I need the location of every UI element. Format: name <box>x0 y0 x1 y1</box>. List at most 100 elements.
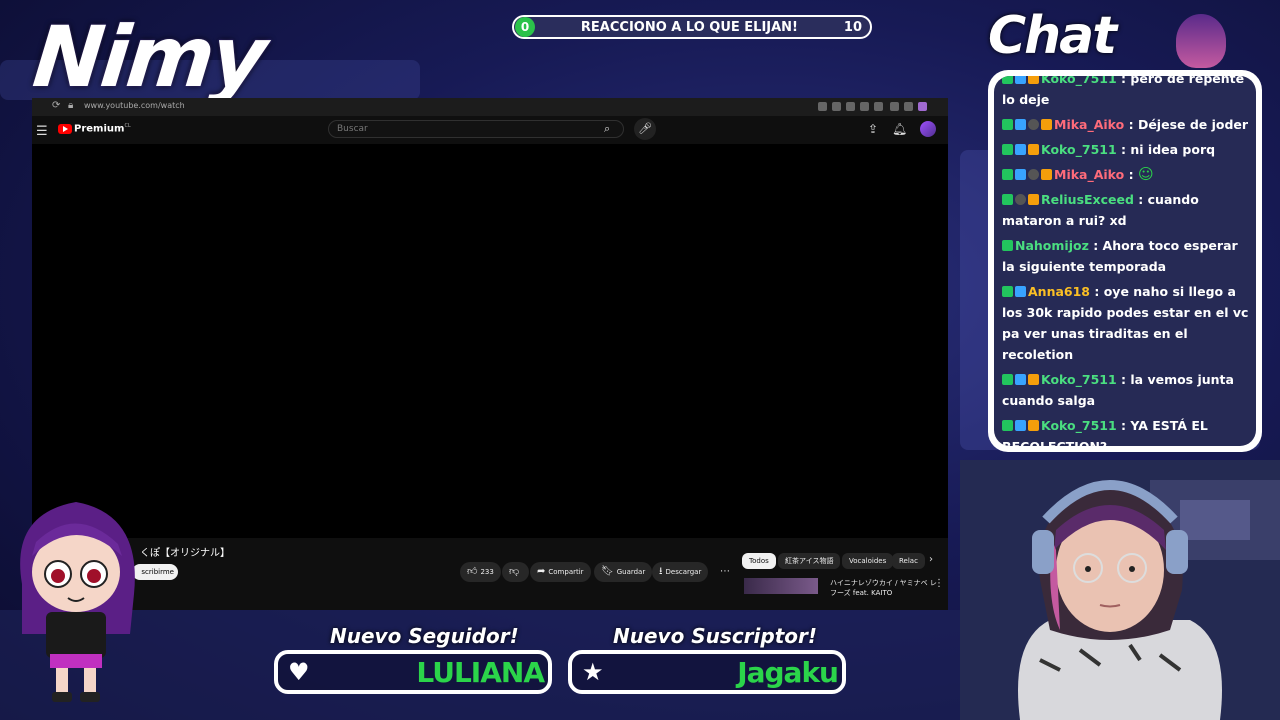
streamer-logo: Nimy <box>28 8 269 106</box>
chat-username[interactable]: Mika_Aiko <box>1054 117 1124 132</box>
chat-separator: : <box>1124 117 1138 132</box>
thumbs-down-icon: 👎︎ <box>509 566 520 577</box>
extension-icon[interactable] <box>846 102 855 111</box>
chat-panel: Koko_7511 : pero de repente lo deje Mika_… <box>988 70 1262 452</box>
chat-badge-icon <box>1015 286 1026 297</box>
chat-username[interactable]: Koko_7511 <box>1041 142 1117 157</box>
extension-icon[interactable] <box>832 102 841 111</box>
subscriber-name: Jagaku <box>737 656 839 689</box>
chat-separator: : <box>1124 167 1138 182</box>
chat-message: Mika_Aiko : Déjese de joder <box>1002 114 1254 135</box>
chat-badge-icon <box>1028 169 1039 180</box>
reload-icon[interactable]: ⟳ <box>52 100 60 111</box>
share-button[interactable]: ➦ Compartir <box>530 562 591 582</box>
chat-separator: : <box>1116 142 1131 157</box>
chip-category[interactable]: 紅茶アイス物語 <box>778 553 841 569</box>
recommendation-thumbnail[interactable] <box>744 578 818 594</box>
chat-message-list: Koko_7511 : pero de repente lo deje Mika_… <box>1002 76 1254 446</box>
chat-emote-icon: ☺ <box>1137 165 1154 183</box>
chat-avatar <box>1176 14 1226 68</box>
chevron-right-icon[interactable]: › <box>929 554 933 565</box>
search-icon[interactable]: ⌕ <box>604 122 610 136</box>
chat-badge-icon <box>1028 374 1039 385</box>
goal-title: REACCIONO A LO QUE ELIJAN! <box>580 19 798 35</box>
webcam-feed <box>960 460 1280 720</box>
chat-badge-icon <box>1002 76 1013 84</box>
goal-current: 0 <box>515 17 535 37</box>
browser-window: ⟳ 🔒︎ www.youtube.com/watch ☰ PremiumCL B… <box>32 98 948 610</box>
chat-username[interactable]: Koko_7511 <box>1041 418 1117 433</box>
extension-icon[interactable] <box>904 102 913 111</box>
follower-name: LULIANA <box>416 656 545 689</box>
chat-message: Anna618 : oye naho si llego a los 30k ra… <box>1002 281 1254 365</box>
menu-icon[interactable]: ☰ <box>36 124 48 139</box>
chat-badge-icon <box>1041 169 1052 180</box>
chat-badge-icon <box>1002 169 1013 180</box>
chat-badge-icon <box>1002 119 1013 130</box>
more-options-icon[interactable]: ⋮ <box>934 578 944 589</box>
bell-icon[interactable]: 🔔︎ <box>892 122 907 136</box>
url-text[interactable]: www.youtube.com/watch <box>84 101 185 110</box>
chat-separator: : <box>1088 238 1103 253</box>
download-icon: ⭳ <box>659 566 663 577</box>
chat-username[interactable]: Mika_Aiko <box>1054 167 1124 182</box>
chip-vocaloid[interactable]: Vocaloides <box>842 553 894 569</box>
profile-icon[interactable] <box>918 102 927 111</box>
extension-icon[interactable] <box>860 102 869 111</box>
chat-message: Nahomijoz : Ahora toco esperar la siguie… <box>1002 235 1254 277</box>
chat-badge-icon <box>1002 374 1013 385</box>
chat-badge-icon <box>1015 194 1026 205</box>
chat-message: Mika_Aiko : ☺ <box>1002 164 1254 185</box>
like-button[interactable]: 👍︎ 233 <box>460 562 501 582</box>
chat-username[interactable]: Nahomijoz <box>1015 238 1089 253</box>
chat-separator: : <box>1090 284 1104 299</box>
chat-username[interactable]: Koko_7511 <box>1041 372 1117 387</box>
bookmark-icon: 🔖︎ <box>601 566 614 577</box>
chat-username[interactable]: ReliusExceed <box>1041 192 1134 207</box>
upload-icon[interactable]: ⇪ <box>868 122 878 136</box>
youtube-logo-icon[interactable] <box>58 124 72 134</box>
recommendation-title[interactable]: ハイニナレゾウカイ / ヤミナベ レフーズ feat. KAITO <box>830 578 940 598</box>
chat-message: Koko_7511 : ni idea porq <box>1002 139 1254 160</box>
more-options-icon[interactable]: ⋯ <box>720 566 730 577</box>
chat-message: Koko_7511 : YA ESTÁ EL RECOLECTION? <box>1002 415 1254 446</box>
chat-badge-icon <box>1015 144 1026 155</box>
heart-icon: ♥ <box>288 658 310 686</box>
chat-badge-icon <box>1015 169 1026 180</box>
save-button[interactable]: 🔖︎ Guardar <box>594 562 653 582</box>
share-icon: ➦ <box>537 566 546 577</box>
extension-icon[interactable] <box>818 102 827 111</box>
dislike-button[interactable]: 👎︎ <box>502 562 530 582</box>
heart-icon[interactable] <box>874 102 883 111</box>
download-button[interactable]: ⭳ Descargar <box>652 562 709 582</box>
chat-badge-icon <box>1028 194 1039 205</box>
chat-badge-icon <box>1015 119 1026 130</box>
goal-bar: 0 REACCIONO A LO QUE ELIJAN! 10 <box>512 15 872 39</box>
chat-message: Koko_7511 : la vemos junta cuando salga <box>1002 369 1254 411</box>
chat-text: Déjese de joder <box>1137 117 1249 132</box>
goal-target: 10 <box>843 19 862 35</box>
mic-icon[interactable]: 🎤︎ <box>634 118 656 140</box>
extension-icon[interactable] <box>890 102 899 111</box>
chip-all[interactable]: Todos <box>742 553 776 569</box>
chat-text: ni idea porq <box>1130 142 1216 157</box>
chat-badge-icon <box>1002 240 1013 251</box>
chat-badge-icon <box>1028 144 1039 155</box>
follower-alert-title: Nuevo Seguidor! <box>330 624 519 648</box>
star-icon: ★ <box>582 658 604 686</box>
chat-badge-icon <box>1015 374 1026 385</box>
avatar[interactable] <box>920 121 936 137</box>
youtube-header: ☰ PremiumCL Buscar ⌕ 🎤︎ ⇪ 🔔︎ <box>32 116 948 144</box>
address-bar[interactable]: ⟳ 🔒︎ www.youtube.com/watch <box>32 98 948 116</box>
chat-message: ReliusExceed : cuando mataron a rui? xd <box>1002 189 1254 231</box>
video-title: くぽ【オリジナル】 <box>140 548 230 559</box>
video-player[interactable] <box>32 144 948 538</box>
chat-badge-icon <box>1002 144 1013 155</box>
chat-username[interactable]: Anna618 <box>1028 284 1090 299</box>
chat-badge-icon <box>1015 420 1026 431</box>
chip-related[interactable]: Relac <box>892 553 925 569</box>
youtube-premium-label[interactable]: PremiumCL <box>74 123 131 134</box>
subscriber-alert: ★ Jagaku <box>568 650 846 694</box>
chat-username[interactable]: Koko_7511 <box>1041 76 1117 86</box>
search-input[interactable]: Buscar <box>328 120 624 138</box>
